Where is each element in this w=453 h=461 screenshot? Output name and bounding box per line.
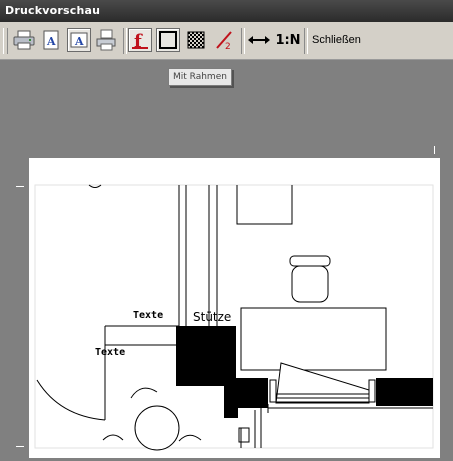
scale-button[interactable]: 1:N bbox=[275, 28, 301, 52]
page-corner-tick bbox=[16, 446, 24, 447]
tooltip: Mit Rahmen bbox=[168, 68, 232, 86]
print-page: Texte Texte Stütze bbox=[29, 158, 440, 458]
floor-plan-drawing: Texte Texte Stütze bbox=[34, 184, 434, 451]
print-button[interactable] bbox=[94, 28, 118, 52]
hatch-button[interactable] bbox=[184, 28, 208, 52]
svg-text:2: 2 bbox=[225, 42, 231, 50]
toolbar-separator bbox=[241, 28, 245, 54]
landscape-button[interactable]: A bbox=[67, 28, 91, 52]
frame-icon bbox=[159, 31, 177, 49]
drawing-label: Stütze bbox=[193, 310, 231, 324]
svg-text:A: A bbox=[46, 35, 56, 48]
page-corner-tick bbox=[16, 186, 24, 187]
page-corner-tick bbox=[434, 146, 435, 154]
print-icon bbox=[96, 29, 116, 51]
page-landscape-icon: A bbox=[70, 32, 88, 48]
printer-setup-button[interactable] bbox=[12, 28, 36, 52]
hatch-icon bbox=[187, 31, 205, 49]
window-title: Druckvorschau bbox=[0, 0, 453, 22]
close-button[interactable]: Schließen bbox=[307, 30, 366, 50]
page-a-icon: A bbox=[43, 30, 59, 50]
toolbar-separator bbox=[123, 28, 127, 54]
printer-icon bbox=[13, 30, 35, 50]
toolbar-grip[interactable] bbox=[3, 28, 8, 54]
frame-button[interactable] bbox=[156, 28, 180, 52]
page-format-button[interactable]: A bbox=[39, 28, 63, 52]
svg-text:A: A bbox=[74, 35, 84, 48]
drawing-label: Texte bbox=[95, 347, 125, 358]
line-weight-button[interactable]: 2 bbox=[212, 28, 236, 52]
font-f-icon: f bbox=[132, 31, 148, 50]
toolbar: A A f 2 1:N Schließen bbox=[0, 22, 453, 60]
font-button[interactable]: f bbox=[128, 28, 152, 52]
drawing-label: Texte bbox=[133, 310, 163, 321]
double-arrow-icon bbox=[248, 36, 270, 44]
fit-width-button[interactable] bbox=[246, 28, 272, 52]
line-weight-icon: 2 bbox=[216, 31, 232, 50]
